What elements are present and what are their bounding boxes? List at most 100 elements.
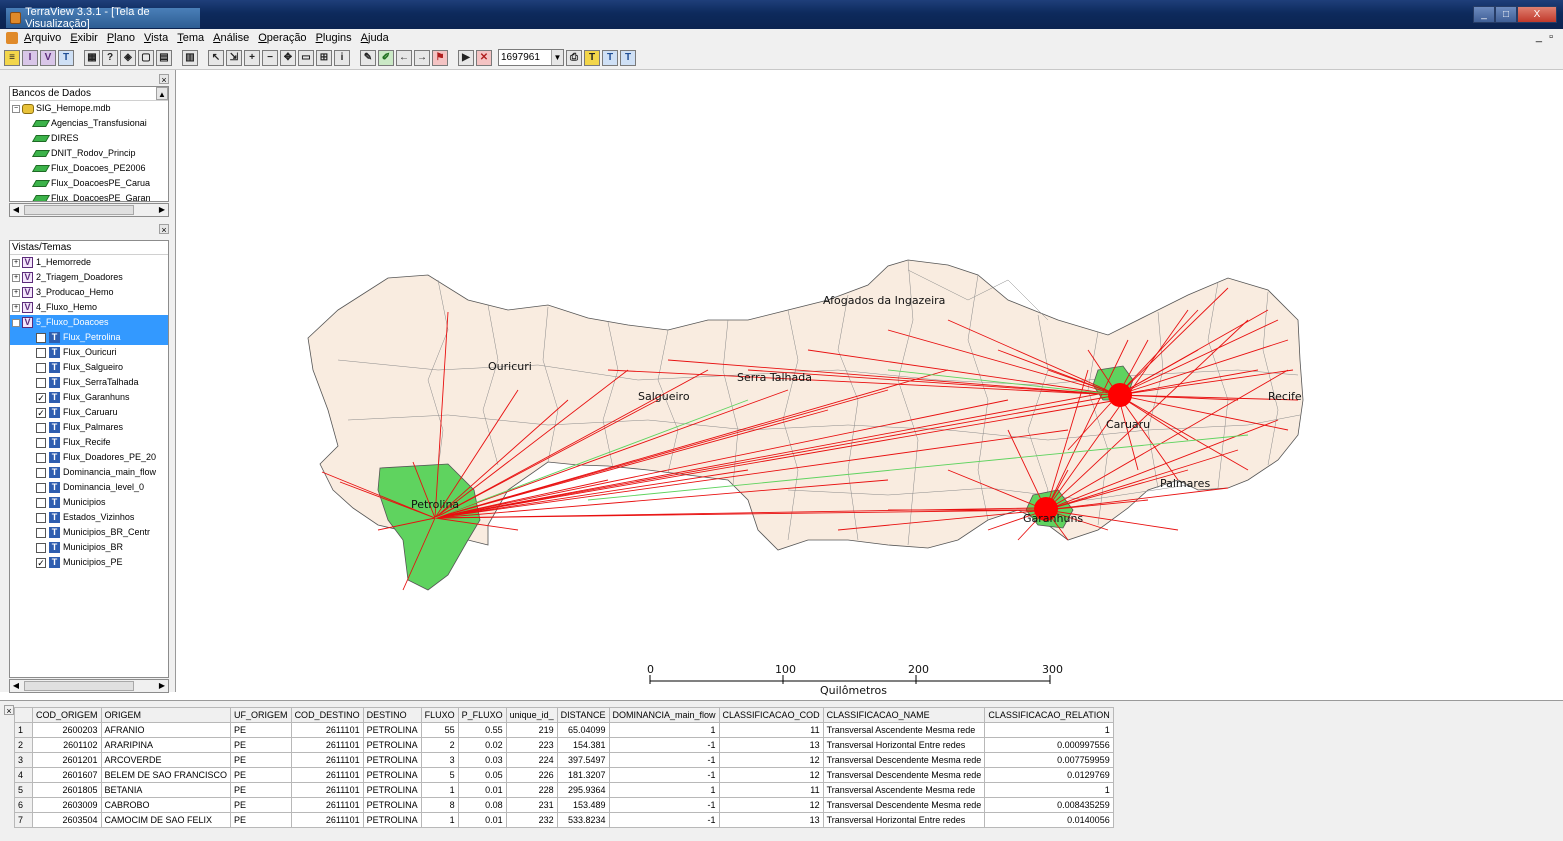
col-header[interactable]: CLASSIFICACAO_RELATION xyxy=(984,707,1114,723)
table-cell[interactable]: 181.3207 xyxy=(556,767,610,783)
forward-icon[interactable]: → xyxy=(414,49,430,66)
table-cell[interactable]: 1 xyxy=(608,722,720,738)
table-cell[interactable]: 2611101 xyxy=(290,752,364,768)
back-icon[interactable]: ← xyxy=(396,49,412,66)
theme-item[interactable]: T Municipios_BR_Centr xyxy=(10,525,168,540)
table-cell[interactable]: 55 xyxy=(420,722,459,738)
table-cell[interactable]: 0.007759959 xyxy=(984,752,1114,768)
maximize-button[interactable]: □ xyxy=(1495,6,1517,23)
table-cell[interactable]: 2603504 xyxy=(32,812,102,828)
table-cell[interactable]: 2611101 xyxy=(290,767,364,783)
table-cell[interactable]: 2 xyxy=(420,737,459,753)
theme-item[interactable]: T Estados_Vizinhos xyxy=(10,510,168,525)
theme-checkbox[interactable] xyxy=(36,437,46,448)
table-cell[interactable]: 295.9364 xyxy=(556,782,610,798)
theme-checkbox[interactable]: ✓ xyxy=(36,392,46,403)
table-cell[interactable]: PE xyxy=(230,797,292,813)
table-cell[interactable]: ARARIPINA xyxy=(100,737,232,753)
table-cell[interactable]: 223 xyxy=(505,737,558,753)
theme-checkbox[interactable]: ✓ xyxy=(36,332,46,343)
scroll-right-icon[interactable]: ▶ xyxy=(156,204,168,216)
row-header[interactable]: 5 xyxy=(14,782,33,798)
app-menu-icon[interactable] xyxy=(6,31,18,44)
theme-item[interactable]: T Municipios xyxy=(10,495,168,510)
table-cell[interactable]: Transversal Descendente Mesma rede xyxy=(822,752,986,768)
theme-checkbox[interactable] xyxy=(36,422,46,433)
mdi-controls[interactable]: _ ▫ xyxy=(1536,31,1555,43)
table-cell[interactable]: PE xyxy=(230,812,292,828)
table-cell[interactable]: 154.381 xyxy=(556,737,610,753)
theme-checkbox[interactable] xyxy=(36,362,46,373)
menu-plugins[interactable]: Plugins xyxy=(316,32,352,44)
table-cell[interactable]: PETROLINA xyxy=(362,722,422,738)
table-cell[interactable]: 11 xyxy=(718,722,824,738)
col-header[interactable]: COD_DESTINO xyxy=(290,707,364,723)
row-header[interactable]: 6 xyxy=(14,797,33,813)
table-cell[interactable]: 2601607 xyxy=(32,767,102,783)
theme-item[interactable]: T Flux_Ouricuri xyxy=(10,345,168,360)
table-cell[interactable]: 13 xyxy=(718,737,824,753)
filter-icon[interactable]: ◈ xyxy=(120,49,136,66)
view-item[interactable]: + V 4_Fluxo_Hemo xyxy=(10,300,168,315)
table-cell[interactable]: 2611101 xyxy=(290,722,364,738)
table-cell[interactable]: 2603009 xyxy=(32,797,102,813)
table-cell[interactable]: PE xyxy=(230,722,292,738)
db-layer[interactable]: DNIT_Rodov_Princip xyxy=(10,146,168,161)
theme-checkbox[interactable]: ✓ xyxy=(36,557,46,568)
table-cell[interactable]: PE xyxy=(230,767,292,783)
table-row[interactable]: 5 2601805 BETANIA PE 2611101 PETROLINA 1 0.01 22… xyxy=(14,782,1114,798)
db-layer[interactable]: DIRES xyxy=(10,131,168,146)
expand-icon[interactable]: + xyxy=(12,273,20,282)
table-cell[interactable]: 1 xyxy=(608,782,720,798)
table-cell[interactable]: 2601805 xyxy=(32,782,102,798)
table-cell[interactable]: 2601201 xyxy=(32,752,102,768)
table-cell[interactable]: -1 xyxy=(608,797,720,813)
table-cell[interactable]: 12 xyxy=(718,767,824,783)
row-header[interactable]: 4 xyxy=(14,767,33,783)
table-cell[interactable]: 65.04099 xyxy=(556,722,610,738)
table-cell[interactable]: 0.02 xyxy=(457,737,507,753)
text-vertical-icon[interactable]: T xyxy=(620,49,636,66)
menu-tema[interactable]: Tema xyxy=(177,32,204,44)
text-icon[interactable]: T xyxy=(584,49,600,66)
table-cell[interactable]: 228 xyxy=(505,782,558,798)
col-header[interactable]: CLASSIFICACAO_COD xyxy=(718,707,824,723)
tool-icon[interactable]: ⚑ xyxy=(432,49,448,66)
table-cell[interactable]: 0.000997556 xyxy=(984,737,1114,753)
zoom-in-icon[interactable]: + xyxy=(244,49,260,66)
menu-exibir[interactable]: Exibir xyxy=(70,32,98,44)
table-row[interactable]: 4 2601607 BELEM DE SAO FRANCISCO PE 2611101 P… xyxy=(14,767,1114,783)
table-cell[interactable]: 13 xyxy=(718,812,824,828)
table-row[interactable]: 6 2603009 CABROBO PE 2611101 PETROLINA 8 0.08 23… xyxy=(14,797,1114,813)
table-cell[interactable]: 0.008435259 xyxy=(984,797,1114,813)
view-item[interactable]: + V 2_Triagem_Doadores xyxy=(10,270,168,285)
scroll-left-icon[interactable]: ◀ xyxy=(10,204,22,216)
theme-checkbox[interactable] xyxy=(36,542,46,553)
table-cell[interactable]: 0.55 xyxy=(457,722,507,738)
table-cell[interactable]: Transversal Ascendente Mesma rede xyxy=(822,722,986,738)
db-hscrollbar[interactable]: ◀ ▶ xyxy=(9,203,169,217)
table-cell[interactable]: AFRANIO xyxy=(100,722,232,738)
theme-checkbox[interactable] xyxy=(36,527,46,538)
table-cell[interactable]: ARCOVERDE xyxy=(100,752,232,768)
table-cell[interactable]: 8 xyxy=(420,797,459,813)
col-header[interactable]: UF_ORIGEM xyxy=(230,707,292,723)
db-layer[interactable]: Agencias_Transfusionai xyxy=(10,116,168,131)
table-cell[interactable]: CABROBO xyxy=(100,797,232,813)
import-icon[interactable]: I xyxy=(22,49,38,66)
col-header[interactable]: P_FLUXO xyxy=(457,707,507,723)
theme-icon[interactable]: T xyxy=(58,49,74,66)
collapse-icon[interactable]: − xyxy=(12,318,20,327)
row-header[interactable]: 2 xyxy=(14,737,33,753)
theme-checkbox[interactable] xyxy=(36,347,46,358)
table-cell[interactable]: 2600203 xyxy=(32,722,102,738)
pan-icon[interactable]: ✥ xyxy=(280,49,296,66)
table-cell[interactable]: PETROLINA xyxy=(362,767,422,783)
table-cell[interactable]: BELEM DE SAO FRANCISCO xyxy=(100,767,232,783)
chevron-down-icon[interactable]: ▼ xyxy=(551,50,563,65)
scroll-right-icon[interactable]: ▶ xyxy=(156,680,168,692)
menu-vista[interactable]: Vista xyxy=(144,32,168,44)
table-cell[interactable]: PETROLINA xyxy=(362,812,422,828)
table-cell[interactable]: PE xyxy=(230,782,292,798)
table-cell[interactable]: 1 xyxy=(420,812,459,828)
